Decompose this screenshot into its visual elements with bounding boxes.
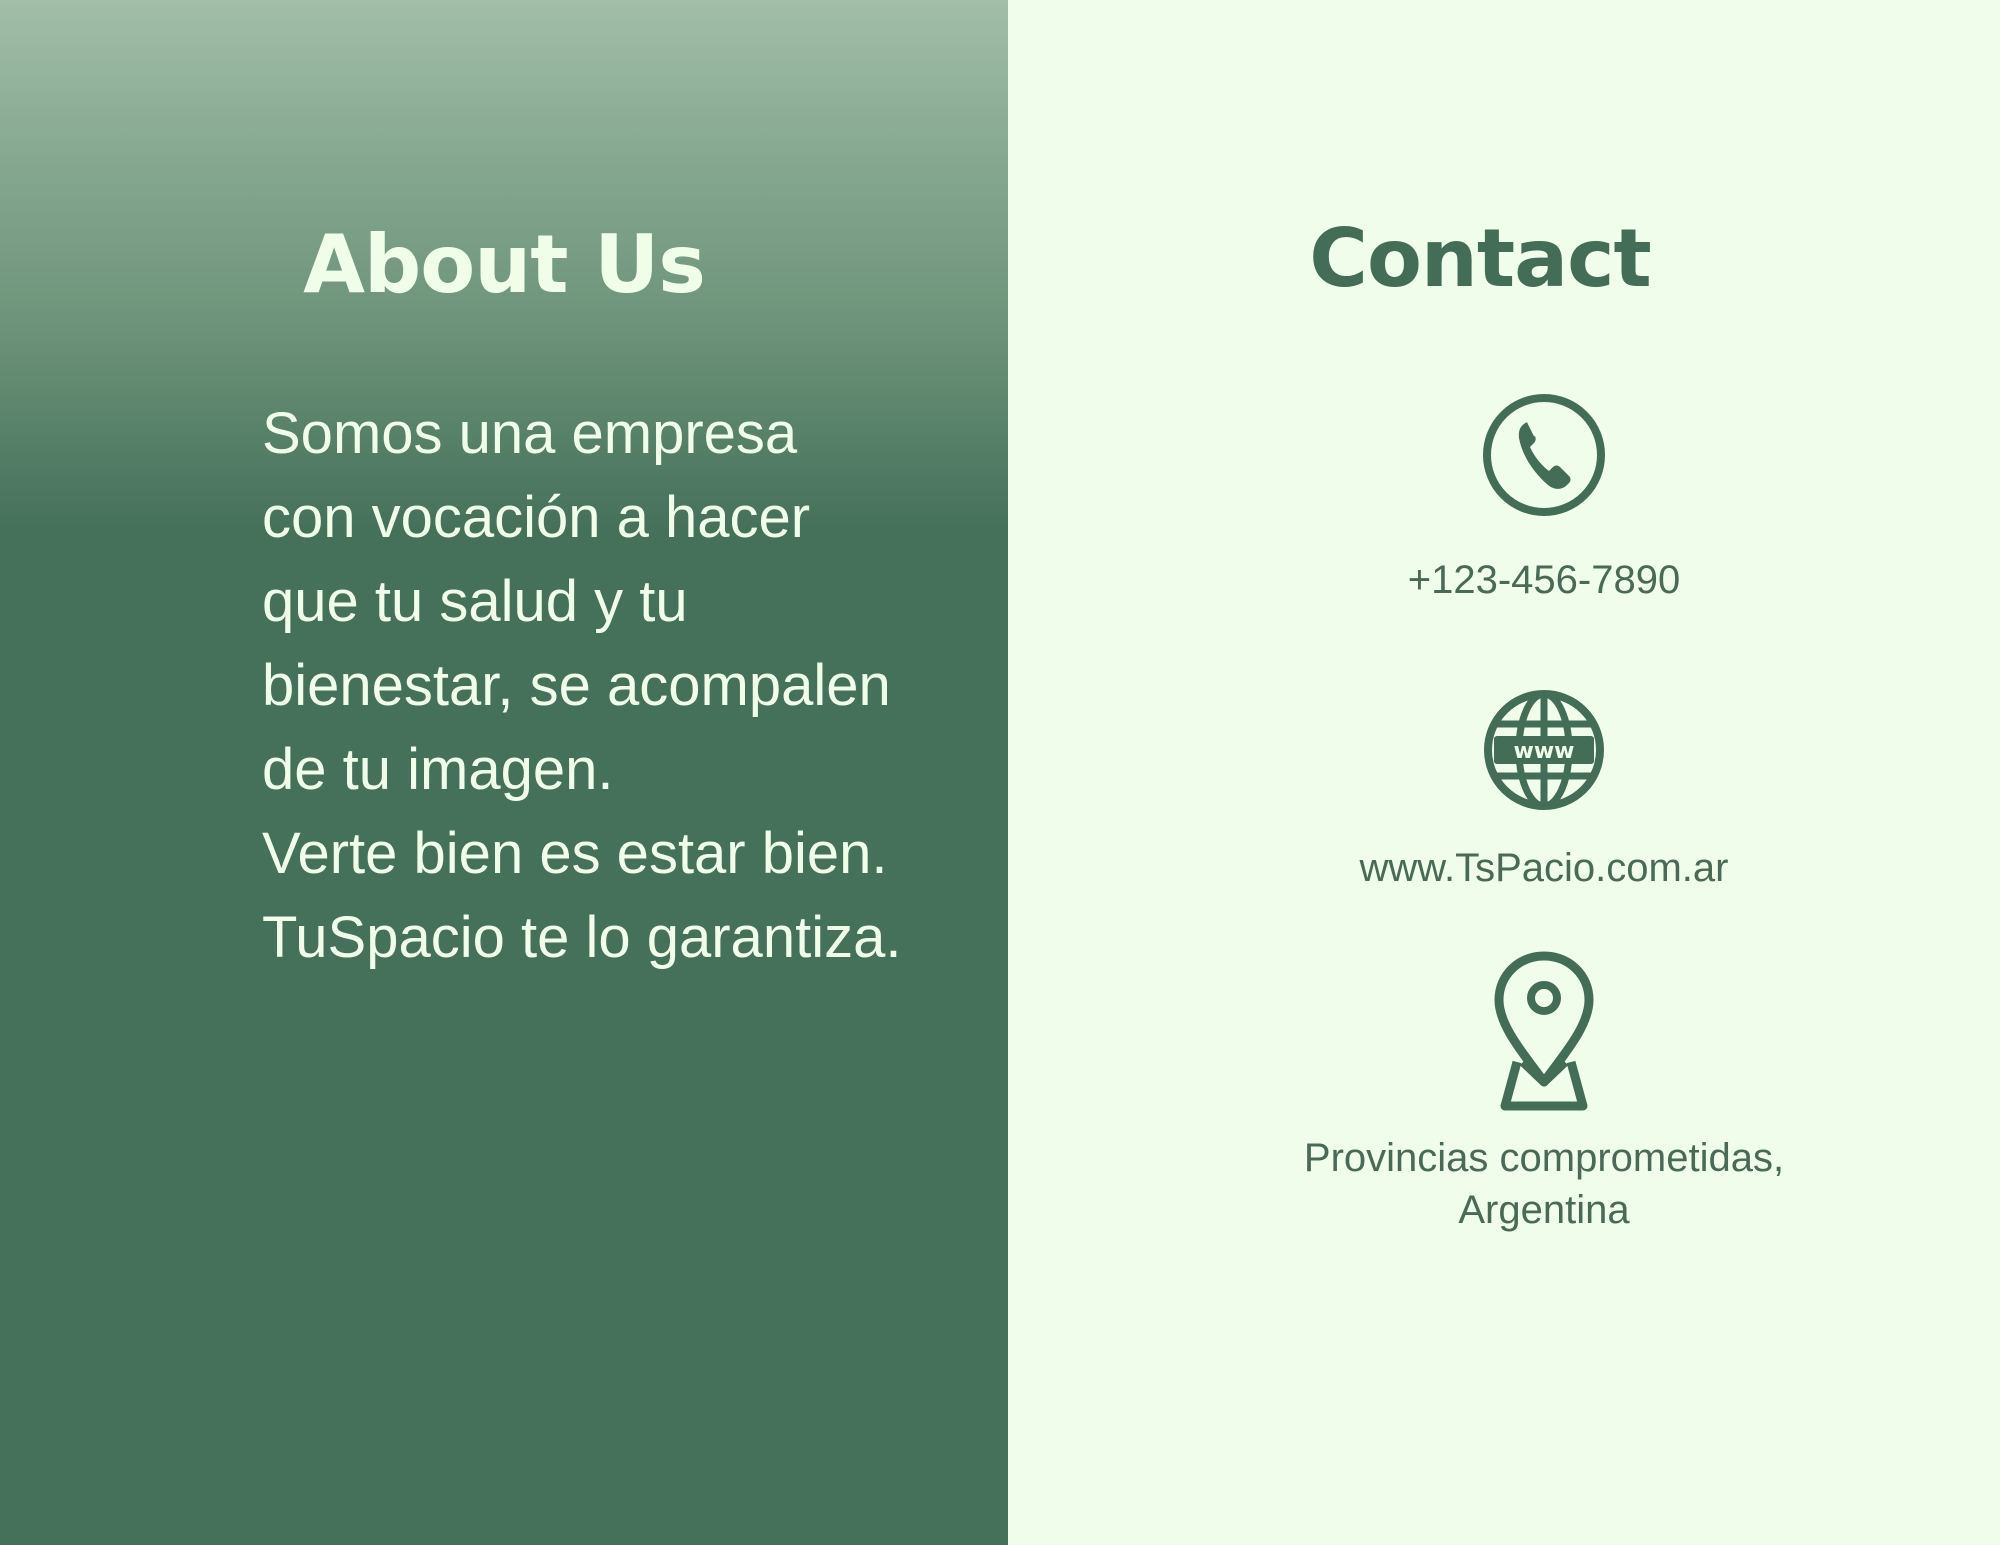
contact-title: Contact — [1309, 212, 1652, 305]
about-body: Somos una empresa con vocación a hacer q… — [262, 392, 902, 980]
about-paragraph: Verte bien es estar bien. — [262, 821, 888, 886]
map-pin-icon — [1494, 951, 1594, 1111]
about-title: About Us — [303, 218, 706, 311]
phone-icon — [1483, 394, 1605, 516]
about-paragraph: TuSpacio te lo garantiza. — [262, 905, 902, 970]
contact-phone: +123-456-7890 — [1208, 392, 1880, 606]
location-text: Provincias comprometidas, Argentina — [1303, 1136, 1785, 1232]
about-paragraph: Somos una empresa con vocación a hacer q… — [262, 401, 891, 802]
phone-number[interactable]: +123-456-7890 — [1208, 554, 1880, 606]
svg-text:www: www — [1514, 739, 1575, 764]
globe-www-icon: www — [1484, 690, 1604, 810]
contact-location: Provincias comprometidas, Argentina — [1208, 950, 1880, 1236]
contact-website: www www.TsPacio.com.ar — [1208, 688, 1880, 894]
website-url[interactable]: www.TsPacio.com.ar — [1208, 842, 1880, 894]
